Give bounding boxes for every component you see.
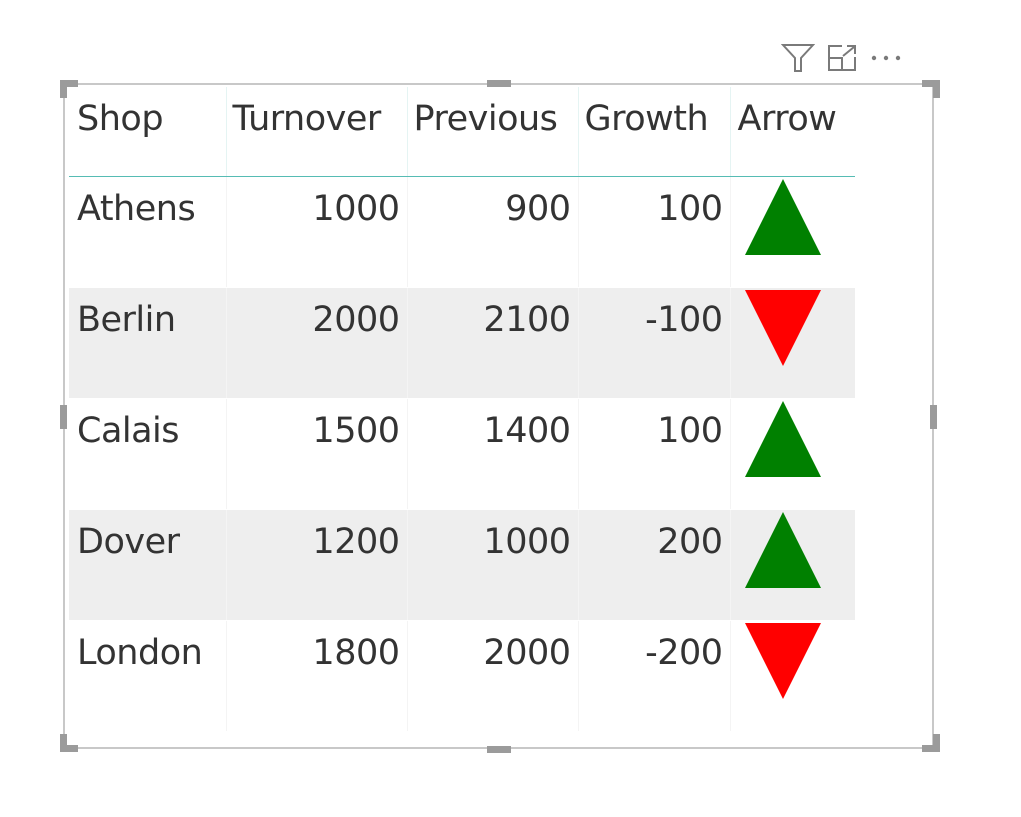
cell-growth: 100 — [577, 398, 730, 510]
focus-mode-icon — [828, 45, 856, 71]
cell-growth: 100 — [577, 176, 730, 288]
resize-handle-right[interactable] — [930, 405, 937, 429]
cell-arrow — [729, 176, 855, 288]
cell-shop: Dover — [69, 509, 226, 621]
arrow-up-icon — [744, 178, 821, 255]
table-row: London 1800 2000 -200 — [69, 620, 855, 732]
focus-mode-button[interactable] — [820, 40, 864, 76]
resize-handle-bottom[interactable] — [487, 746, 511, 753]
arrow-up-icon — [744, 511, 821, 588]
header-row: Shop Turnover Previous Growth Arrow — [69, 87, 855, 177]
visual-header-toolbar — [776, 40, 908, 76]
cell-growth: -200 — [577, 620, 730, 732]
column-header-previous[interactable]: Previous — [406, 87, 578, 177]
cell-arrow — [729, 287, 855, 399]
table-row: Athens 1000 900 100 — [69, 176, 855, 288]
cell-turnover: 1800 — [225, 620, 407, 732]
cell-shop: London — [69, 620, 226, 732]
table-row: Calais 1500 1400 100 — [69, 398, 855, 510]
filter-icon — [781, 44, 815, 72]
resize-handle-top[interactable] — [487, 80, 511, 87]
resize-handle-left[interactable] — [60, 405, 67, 429]
cell-growth: -100 — [577, 287, 730, 399]
cell-arrow — [729, 398, 855, 510]
cell-arrow — [729, 620, 855, 732]
column-header-arrow[interactable]: Arrow — [729, 87, 855, 177]
resize-handle-top-right[interactable] — [922, 80, 940, 98]
cell-shop: Athens — [69, 176, 226, 288]
cell-turnover: 1500 — [225, 398, 407, 510]
arrow-down-icon — [744, 622, 821, 699]
cell-previous: 1400 — [406, 398, 578, 510]
cell-turnover: 2000 — [225, 287, 407, 399]
arrow-down-icon — [744, 289, 821, 366]
cell-growth: 200 — [577, 509, 730, 621]
cell-turnover: 1000 — [225, 176, 407, 288]
more-options-icon — [871, 55, 901, 61]
table-row: Berlin 2000 2100 -100 — [69, 287, 855, 399]
resize-handle-bottom-right[interactable] — [922, 734, 940, 752]
cell-shop: Berlin — [69, 287, 226, 399]
arrow-up-icon — [744, 400, 821, 477]
cell-previous: 2100 — [406, 287, 578, 399]
cell-previous: 1000 — [406, 509, 578, 621]
cell-previous: 900 — [406, 176, 578, 288]
data-table: Shop Turnover Previous Growth Arrow Athe… — [69, 87, 855, 732]
cell-shop: Calais — [69, 398, 226, 510]
column-header-turnover[interactable]: Turnover — [225, 87, 407, 177]
filter-button[interactable] — [776, 40, 820, 76]
resize-handle-bottom-left[interactable] — [60, 734, 78, 752]
table-row: Dover 1200 1000 200 — [69, 509, 855, 621]
cell-turnover: 1200 — [225, 509, 407, 621]
cell-previous: 2000 — [406, 620, 578, 732]
column-header-growth[interactable]: Growth — [577, 87, 730, 177]
cell-arrow — [729, 509, 855, 621]
column-header-shop[interactable]: Shop — [69, 87, 226, 177]
more-options-button[interactable] — [864, 40, 908, 76]
